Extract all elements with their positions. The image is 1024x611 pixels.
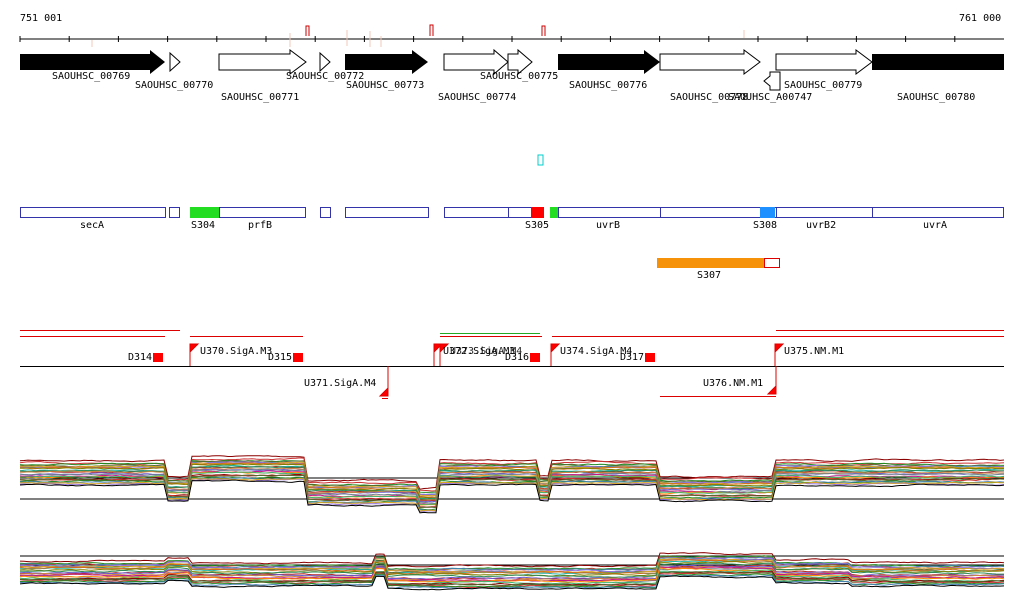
utr-label: U370.SigA.M3	[200, 346, 272, 357]
feature-label-s304: S304	[191, 220, 215, 231]
feature-label-uvrb: uvrB	[596, 220, 620, 231]
feature-label-s305: S305	[525, 220, 549, 231]
utr-u370-flag[interactable]	[189, 343, 200, 366]
gene-arrow[interactable]	[763, 71, 781, 91]
srna-s308[interactable]	[760, 207, 775, 218]
feature-box[interactable]	[872, 207, 1004, 218]
feature-box[interactable]	[219, 207, 306, 218]
feature-label-uvra: uvrA	[923, 220, 947, 231]
feature-box[interactable]	[320, 207, 331, 218]
utr-d316-marker[interactable]	[530, 353, 540, 362]
gene-label[interactable]: SAOUHSC_00771	[221, 92, 299, 103]
gene-arrow[interactable]	[558, 50, 660, 74]
utr-d317-marker[interactable]	[645, 353, 655, 362]
genome-axis	[19, 24, 1004, 47]
feature-label-s308: S308	[753, 220, 777, 231]
feature-label-prfb: prfB	[248, 220, 272, 231]
feature-box[interactable]	[20, 207, 166, 218]
gene-arrow[interactable]	[319, 51, 331, 73]
expression-plot-upper[interactable]	[19, 455, 1005, 514]
utr-label: U374.SigA.M4	[560, 346, 632, 357]
srna-s307-tail[interactable]	[764, 258, 780, 268]
gene-arrow[interactable]	[169, 51, 181, 73]
utr-label: U376.NM.M1	[703, 378, 763, 389]
feature-box[interactable]	[558, 207, 661, 218]
feature-box[interactable]	[776, 207, 873, 218]
feature-box[interactable]	[660, 207, 777, 218]
utr-u371-flag[interactable]	[378, 366, 389, 397]
expression-peak	[429, 24, 434, 36]
feature-track: secA S304 prfB S305 uvrB S308 uvrB2 uvrA…	[20, 207, 1004, 281]
utr-u375-flag[interactable]	[774, 343, 785, 366]
expression-peak	[541, 25, 546, 36]
utr-d314-marker[interactable]	[153, 353, 163, 362]
feature-label-s307: S307	[697, 270, 721, 281]
gene-arrow[interactable]	[775, 49, 873, 75]
utr-d315-marker[interactable]	[293, 353, 303, 362]
gene-labels: SAOUHSC_00769 SAOUHSC_00772 SAOUHSC_0077…	[52, 71, 975, 103]
expression-peak	[305, 25, 310, 36]
gene-arrow[interactable]	[872, 54, 1004, 70]
feature-label-seca: secA	[80, 220, 104, 231]
genome-browser-canvas[interactable]: SAOUHSC_00769 SAOUHSC_00772 SAOUHSC_0077…	[0, 0, 1024, 611]
feature-box[interactable]	[169, 207, 180, 218]
gene-label[interactable]: SAOUHSC_00773	[346, 80, 424, 91]
gene-label[interactable]: SAOUHSC_00778	[670, 92, 748, 103]
srna-s305[interactable]	[531, 207, 544, 218]
gene-label[interactable]: SAOUHSC_00775	[480, 71, 558, 82]
utr-u376-flag[interactable]	[766, 366, 777, 395]
feature-box[interactable]	[508, 207, 533, 218]
utr-track: D314 D315 D316 D317 U370.SigA.M3 U372.Si…	[20, 330, 1004, 399]
utr-label: U373.SigA.M4	[450, 346, 522, 357]
srna-green-small[interactable]	[550, 207, 558, 218]
gene-label[interactable]: SAOUHSC_00780	[897, 92, 975, 103]
feature-box[interactable]	[444, 207, 509, 218]
gene-label[interactable]: SAOUHSC_00779	[784, 80, 862, 91]
gene-arrow[interactable]	[659, 49, 761, 75]
feature-box[interactable]	[345, 207, 429, 218]
gene-label[interactable]: SAOUHSC_00776	[569, 80, 647, 91]
expression-plot-lower[interactable]	[19, 552, 1005, 591]
gene-label[interactable]: SAOUHSC_00770	[135, 80, 213, 91]
utr-label: U371.SigA.M4	[304, 378, 376, 389]
gene-label[interactable]: SAOUHSC_00769	[52, 71, 130, 82]
gene-label[interactable]: SAOUHSC_00774	[438, 92, 516, 103]
feature-label-uvrb2: uvrB2	[806, 220, 836, 231]
utr-label: U375.NM.M1	[784, 346, 844, 357]
srna-s304[interactable]	[190, 207, 219, 218]
utr-label: D314	[128, 352, 152, 363]
srna-s307[interactable]	[657, 258, 764, 268]
cyan-marker[interactable]	[537, 154, 544, 166]
utr-u374-flag[interactable]	[550, 343, 561, 366]
